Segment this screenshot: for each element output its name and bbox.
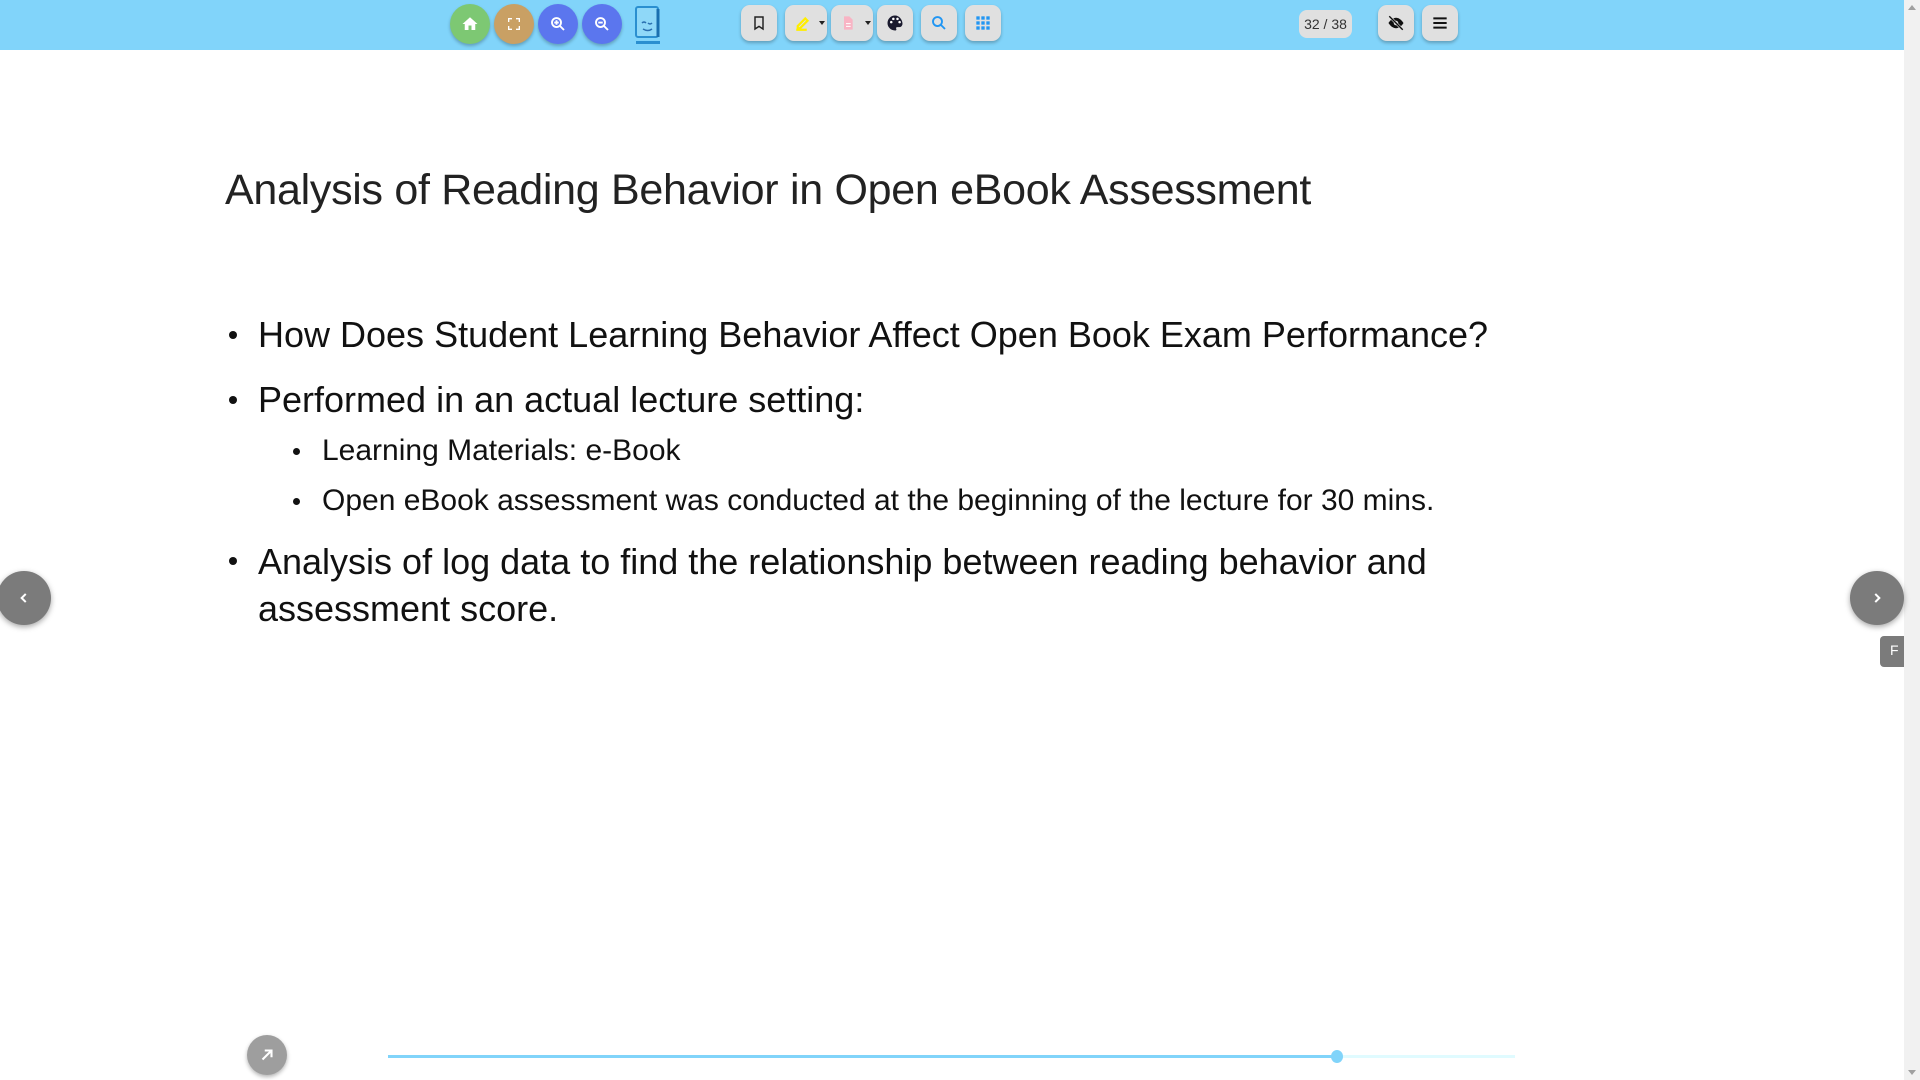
bullet-dot (229, 396, 237, 404)
zoom-in-icon (551, 17, 565, 31)
fullscreen-icon (508, 18, 520, 30)
search-icon (932, 16, 946, 30)
bullet-item: How Does Student Learning Behavior Affec… (258, 314, 1489, 355)
zoom-out-button[interactable] (582, 4, 622, 44)
sub-bullet-item: Open eBook assessment was conducted at t… (322, 484, 1435, 517)
note-icon (844, 16, 853, 30)
app-logo[interactable] (632, 3, 664, 52)
slide-title: Analysis of Reading Behavior in Open eBo… (225, 166, 1311, 214)
side-tab[interactable]: F (1880, 636, 1904, 667)
chevron-left-icon (20, 593, 27, 603)
zoom-out-icon (595, 17, 609, 31)
page-slider[interactable] (388, 1050, 1515, 1063)
sub-bullet-item: Learning Materials: e-Book (322, 434, 681, 467)
menu-button[interactable] (1422, 5, 1458, 41)
chevron-down-icon[interactable] (865, 21, 871, 25)
bullet-item: Performed in an actual lecture setting: (258, 379, 865, 420)
grid-icon (976, 16, 990, 30)
arrow-up-right-icon (261, 1049, 273, 1061)
vertical-scrollbar[interactable] (1904, 0, 1920, 1080)
zoom-in-button[interactable] (538, 4, 578, 44)
eye-off-icon (1388, 15, 1404, 31)
bullet-dot (229, 557, 237, 565)
page-slider-thumb[interactable] (1331, 1050, 1344, 1063)
home-icon (462, 17, 478, 30)
menu-icon (1433, 17, 1447, 29)
next-page-button[interactable] (1850, 571, 1904, 625)
highlighter-icon (796, 16, 810, 31)
top-toolbar: 32 / 38 (0, 0, 1904, 50)
hide-toolbar-button[interactable] (1378, 5, 1414, 41)
scroll-up-arrow-icon[interactable] (1908, 5, 1916, 10)
share-button[interactable] (247, 1035, 287, 1075)
chevron-down-icon[interactable] (819, 21, 825, 25)
chevron-right-icon (1874, 593, 1881, 603)
palette-button[interactable] (877, 5, 913, 41)
palette-icon (887, 15, 903, 31)
page-slider-fill (388, 1055, 1338, 1058)
bookmark-icon (754, 16, 764, 31)
scroll-down-arrow-icon[interactable] (1908, 1070, 1916, 1075)
bullet-dot (229, 331, 237, 339)
highlighter-button[interactable] (785, 5, 827, 41)
home-button[interactable] (450, 4, 490, 44)
page-counter: 32 / 38 (1299, 10, 1352, 38)
note-button[interactable] (831, 5, 873, 41)
bullet-item: Analysis of log data to find the relatio… (258, 541, 1427, 629)
fullscreen-button[interactable] (494, 4, 534, 44)
sub-bullet-dot (293, 448, 300, 455)
previous-page-button[interactable] (0, 571, 51, 625)
thumbnail-grid-button[interactable] (965, 5, 1001, 41)
sub-bullet-dot (293, 498, 300, 505)
search-button[interactable] (921, 5, 957, 41)
bookmark-button[interactable] (741, 5, 777, 41)
